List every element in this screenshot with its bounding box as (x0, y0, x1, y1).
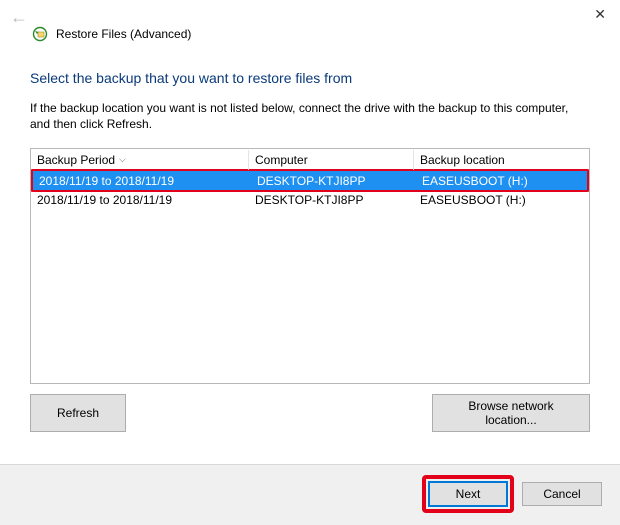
cell-period: 2018/11/19 to 2018/11/19 (31, 192, 249, 208)
table-row[interactable]: 2018/11/19 to 2018/11/19 DESKTOP-KTJI8PP… (33, 171, 587, 190)
cell-location: EASEUSBOOT (H:) (416, 173, 587, 189)
title-bar: Restore Files (Advanced) (0, 24, 620, 52)
window-title: Restore Files (Advanced) (56, 27, 191, 41)
col-header-period-label: Backup Period (37, 153, 115, 167)
next-button[interactable]: Next (428, 481, 508, 507)
page-heading: Select the backup that you want to resto… (30, 70, 590, 86)
col-header-computer[interactable]: Computer (249, 150, 414, 170)
table-header: Backup Period ⌵ Computer Backup location (31, 149, 589, 171)
refresh-button[interactable]: Refresh (30, 394, 126, 432)
backup-table: Backup Period ⌵ Computer Backup location… (30, 148, 590, 384)
page-description: If the backup location you want is not l… (30, 100, 570, 132)
back-icon: ← (6, 6, 32, 28)
col-header-computer-label: Computer (255, 153, 308, 167)
footer-bar: Next Cancel (0, 464, 620, 525)
table-row[interactable]: 2018/11/19 to 2018/11/19 DESKTOP-KTJI8PP… (31, 190, 589, 209)
next-button-highlight: Next (422, 475, 514, 513)
col-header-location[interactable]: Backup location (414, 150, 589, 170)
browse-network-button[interactable]: Browse network location... (432, 394, 590, 432)
cancel-button[interactable]: Cancel (522, 482, 602, 506)
cell-computer: DESKTOP-KTJI8PP (249, 192, 414, 208)
cell-computer: DESKTOP-KTJI8PP (251, 173, 416, 189)
close-icon[interactable]: ✕ (588, 6, 612, 23)
restore-icon (32, 26, 48, 42)
selected-row-highlight: 2018/11/19 to 2018/11/19 DESKTOP-KTJI8PP… (30, 169, 590, 192)
sort-indicator-icon: ⌵ (119, 154, 126, 165)
cell-location: EASEUSBOOT (H:) (414, 192, 589, 208)
col-header-period[interactable]: Backup Period ⌵ (31, 150, 249, 170)
cell-period: 2018/11/19 to 2018/11/19 (33, 173, 251, 189)
col-header-location-label: Backup location (420, 153, 505, 167)
